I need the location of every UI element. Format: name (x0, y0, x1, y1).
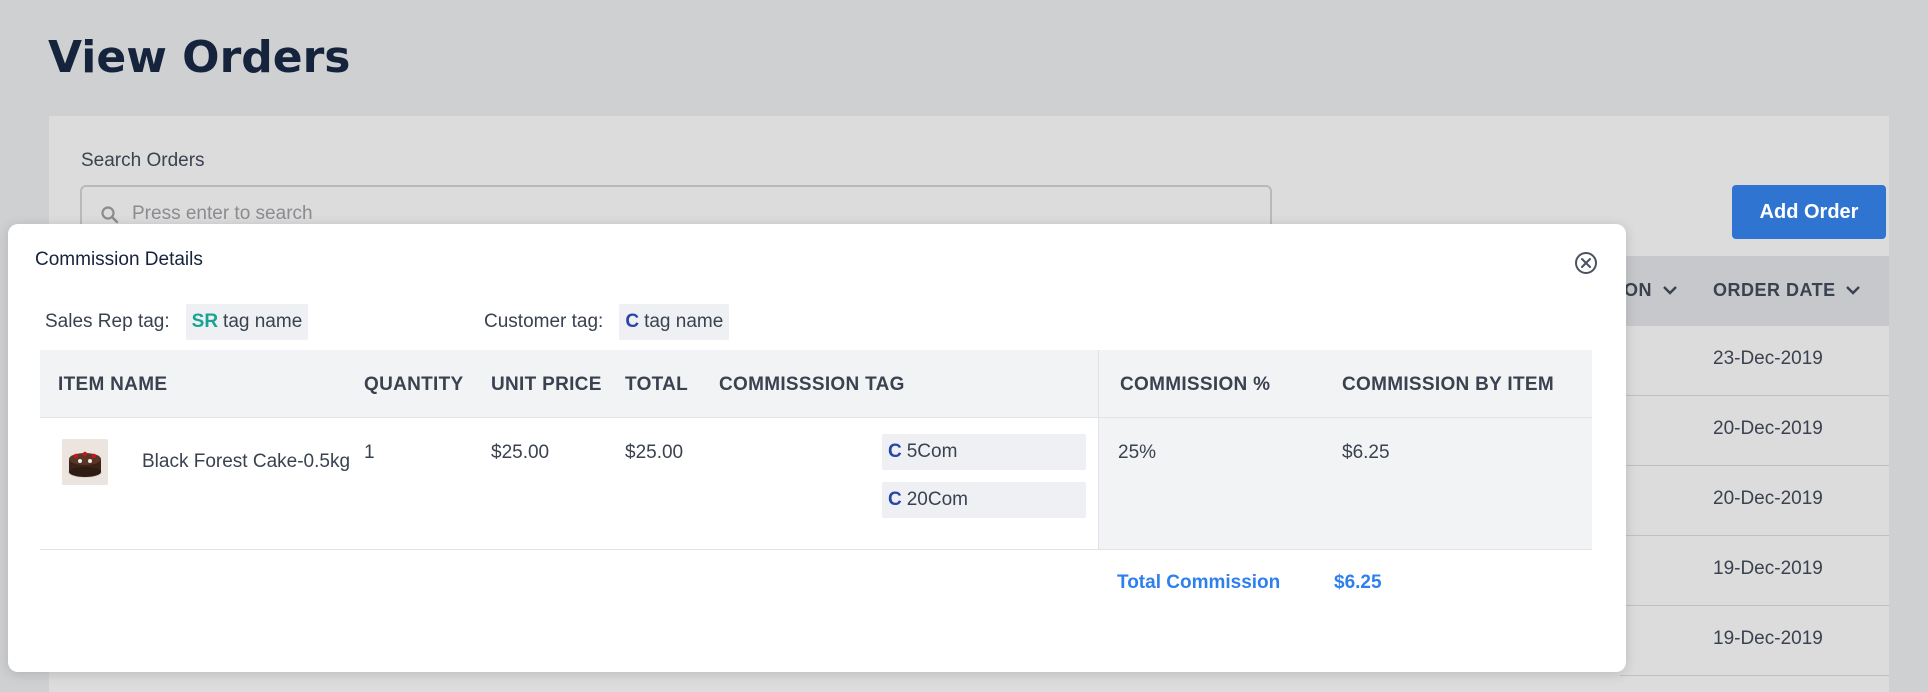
customer-tag-chip: Ctag name (619, 304, 730, 340)
chevron-down-icon (1846, 286, 1861, 295)
tag-name: 20Com (906, 489, 968, 510)
tag-prefix: C (888, 489, 902, 510)
tag-prefix: C (888, 441, 902, 462)
sales-rep-tag-label: Sales Rep tag: (45, 311, 170, 332)
item-quantity: 1 (364, 442, 375, 463)
commission-table: ITEM NAME QUANTITY UNIT PRICE TOTAL COMM… (40, 350, 1592, 550)
modal-title: Commission Details (35, 249, 203, 270)
column-header-commission-tag: COMMISSSION TAG (719, 374, 905, 395)
item-name: Black Forest Cake-0.5kg (142, 451, 351, 472)
table-row[interactable]: 20-Dec-2019 (1620, 396, 1889, 466)
table-row[interactable]: 19-Dec-2019 (1620, 536, 1889, 606)
commission-tag-chip: C 5Com (882, 434, 1086, 470)
sales-rep-tag-row: Sales Rep tag: SR tag name (45, 304, 309, 340)
search-label: Search Orders (81, 150, 205, 171)
customer-tag-label: Customer tag: (484, 311, 604, 332)
column-divider (1098, 418, 1099, 549)
column-header-item-name: ITEM NAME (58, 374, 168, 395)
column-header-commission-percent: COMMISSION % (1120, 374, 1271, 395)
customer-tag-row: Customer tag: Ctag name (484, 304, 730, 340)
column-header-commission-by-item: COMMISSION BY ITEM (1342, 374, 1554, 395)
table-row[interactable]: 19-Dec-2019 (1620, 606, 1889, 676)
item-commission-percent: 25% (1118, 442, 1157, 463)
commission-tag-chip: C 20Com (882, 482, 1086, 518)
close-icon[interactable] (1573, 250, 1599, 276)
column-header-partial[interactable]: ON (1624, 280, 1678, 301)
order-date: 19-Dec-2019 (1713, 628, 1823, 649)
chevron-down-icon (1662, 286, 1677, 295)
column-header-order-date-label: ORDER DATE (1713, 280, 1836, 300)
commission-table-header: ITEM NAME QUANTITY UNIT PRICE TOTAL COMM… (40, 350, 1592, 418)
tag-name: tag name (644, 311, 724, 332)
tag-prefix: SR (191, 311, 219, 332)
search-icon (101, 206, 119, 224)
commission-details-modal: Commission Details Sales Rep tag: SR tag … (8, 224, 1626, 672)
commission-shaded-area (1098, 418, 1592, 549)
order-date: 20-Dec-2019 (1713, 488, 1823, 509)
column-header-quantity: QUANTITY (364, 374, 464, 395)
table-row[interactable]: 20-Dec-2019 (1620, 466, 1889, 536)
tag-prefix: C (625, 311, 640, 332)
item-total: $25.00 (625, 442, 684, 463)
total-commission-label: Total Commission (1117, 572, 1281, 593)
table-row[interactable]: 23-Dec-2019 (1620, 326, 1889, 396)
item-unit-price: $25.00 (491, 442, 550, 463)
column-divider (1098, 350, 1099, 418)
total-commission-value: $6.25 (1334, 572, 1382, 593)
page-title: View Orders (48, 32, 351, 83)
column-header-partial-label: ON (1624, 280, 1652, 300)
column-header-order-date[interactable]: ORDER DATE (1713, 280, 1861, 301)
column-header-total: TOTAL (625, 374, 689, 395)
cake-image (62, 439, 108, 485)
order-date: 23-Dec-2019 (1713, 348, 1823, 369)
table-row: Black Forest Cake-0.5kg 1 $25.00 $25.00 … (40, 418, 1592, 550)
order-date: 19-Dec-2019 (1713, 558, 1823, 579)
add-order-button[interactable]: Add Order (1732, 185, 1886, 239)
column-header-unit-price: UNIT PRICE (491, 374, 602, 395)
cake-thumbnail (62, 439, 108, 485)
tag-name: 5Com (906, 441, 958, 462)
order-date: 20-Dec-2019 (1713, 418, 1823, 439)
sales-rep-tag-chip: SR tag name (185, 304, 309, 340)
item-commission-by-item: $6.25 (1342, 442, 1390, 463)
tag-name: tag name (223, 311, 303, 332)
